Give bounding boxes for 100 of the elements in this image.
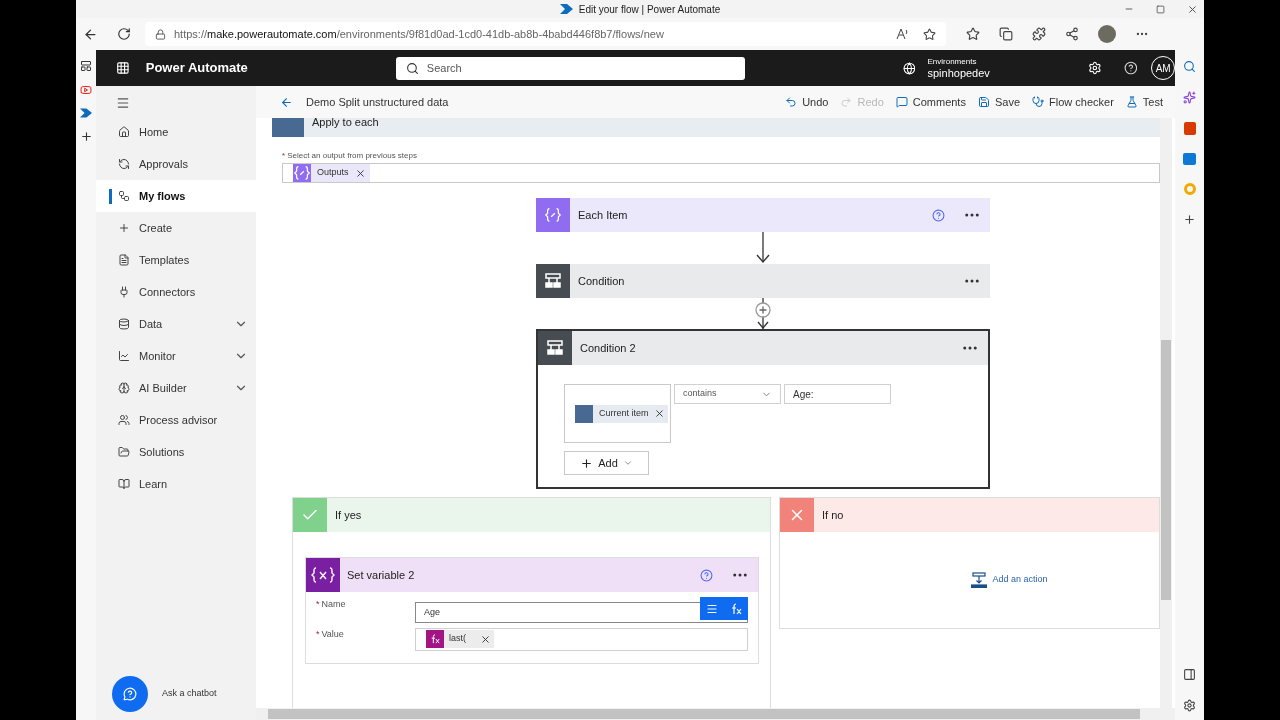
toolbar-button[interactable]: Test	[1125, 93, 1163, 111]
refresh-icon[interactable]	[117, 27, 131, 41]
sidebar-toggle-icon[interactable]	[1183, 668, 1196, 681]
tab-actions-icon[interactable]	[80, 60, 92, 72]
apply-to-each-header[interactable]: Apply to each	[272, 118, 1160, 137]
operand-field[interactable]: Current item	[564, 384, 671, 443]
office-app-icon[interactable]	[1183, 122, 1196, 135]
video-tab-icon[interactable]	[80, 84, 92, 96]
branch-title: If no	[822, 507, 844, 523]
app-launcher-icon[interactable]	[116, 61, 130, 75]
operator-dropdown[interactable]: contains	[674, 384, 781, 404]
expression-token[interactable]: last(	[426, 630, 494, 648]
nav-item[interactable]: My flows	[96, 180, 256, 212]
value-field[interactable]: last(	[415, 627, 748, 651]
action-card[interactable]: Set variable 2 * Name Age * Value last(	[305, 557, 759, 664]
environment-name[interactable]: spinhopedev	[927, 67, 990, 79]
add-icon[interactable]	[1183, 213, 1196, 226]
profile-avatar[interactable]	[1098, 25, 1116, 43]
chevron-icon	[622, 458, 633, 468]
remove-icon[interactable]	[354, 167, 366, 179]
action-card[interactable]: Condition 2 Current item contains Age: Add	[536, 329, 990, 489]
connectors-icon	[118, 286, 130, 298]
remove-icon[interactable]	[653, 408, 665, 419]
nav-item[interactable]: Data	[96, 308, 256, 340]
undo-icon	[785, 96, 798, 108]
close-icon[interactable]	[1187, 3, 1198, 15]
environment-icon[interactable]	[902, 61, 916, 75]
favorites-icon[interactable]	[966, 27, 980, 41]
action-card[interactable]: Each Item	[536, 198, 990, 232]
name-field[interactable]: Age	[415, 601, 748, 623]
toolbar-button[interactable]: Flow checker	[1032, 93, 1114, 111]
nav-item[interactable]: Learn	[96, 468, 256, 500]
apply-to-each-title: Apply to each	[312, 118, 379, 128]
chatbot-button[interactable]	[112, 676, 148, 712]
output-token[interactable]: Outputs	[293, 164, 370, 182]
search-input[interactable]: Search	[426, 59, 727, 77]
nav-item[interactable]: Solutions	[96, 436, 256, 468]
lock-icon	[155, 28, 166, 40]
collections-icon[interactable]	[999, 27, 1013, 41]
extensions-icon[interactable]	[1032, 27, 1046, 41]
toolbar-button[interactable]: Save	[977, 93, 1020, 111]
required-mark: *	[316, 598, 320, 611]
app-tab-icon[interactable]	[80, 108, 92, 118]
condition-icon	[543, 271, 563, 291]
environment-label: Environments	[927, 57, 978, 66]
back-icon[interactable]	[83, 26, 98, 42]
nav-item[interactable]: Approvals	[96, 148, 256, 180]
read-aloud-icon[interactable]	[896, 28, 909, 40]
nav-item[interactable]: Home	[96, 116, 256, 148]
nav-item[interactable]: Create	[96, 212, 256, 244]
current-item-token[interactable]: Current item	[575, 404, 668, 423]
vertical-scrollbar[interactable]	[1160, 118, 1172, 708]
value-field[interactable]: Age:	[784, 384, 891, 404]
field-label: Name	[321, 598, 346, 611]
toolbar-button[interactable]: Undo	[785, 93, 829, 111]
sparkle-icon[interactable]	[1183, 91, 1196, 104]
share-icon[interactable]	[1065, 27, 1079, 41]
nav-item[interactable]: Templates	[96, 244, 256, 276]
nav-item[interactable]: AI Builder	[96, 372, 256, 404]
nav-item[interactable]: Monitor	[96, 340, 256, 372]
data-icon	[118, 318, 130, 330]
insert-content-menu[interactable]	[700, 597, 748, 620]
nav-item[interactable]: Process advisor	[96, 404, 256, 436]
monitor-icon	[118, 350, 130, 362]
remove-icon[interactable]	[480, 633, 491, 645]
app-logo-icon	[559, 4, 573, 14]
nav-item[interactable]: Connectors	[96, 276, 256, 308]
loop-icon-tile	[272, 118, 304, 137]
expression-icon[interactable]	[730, 602, 742, 615]
connector-with-add-drawing[interactable]	[753, 298, 773, 329]
comments-icon	[895, 96, 908, 108]
add-button[interactable]: Add	[564, 451, 649, 475]
output-field[interactable]: Outputs	[282, 163, 1160, 183]
toolbar-button[interactable]: Comments	[895, 93, 966, 111]
search-field[interactable]: Search	[395, 56, 745, 80]
maximize-icon[interactable]	[1156, 4, 1165, 14]
settings-icon[interactable]	[1087, 61, 1102, 75]
window-title: Edit your flow | Power Automate	[578, 2, 721, 17]
step-title: Set variable 2	[347, 567, 416, 583]
chatbot-label[interactable]: Ask a chatbot	[162, 687, 217, 701]
settings-icon[interactable]	[1183, 699, 1196, 712]
back-icon[interactable]	[280, 95, 293, 109]
step-title: Each Item	[578, 207, 629, 223]
condition-icon	[545, 338, 565, 358]
flows-icon	[118, 190, 130, 202]
add-action-link[interactable]: Add an action	[971, 572, 1048, 588]
ai-icon	[118, 382, 130, 394]
new-tab-icon[interactable]	[79, 130, 93, 143]
dynamic-content-icon[interactable]	[706, 602, 718, 615]
learn-icon	[118, 478, 130, 490]
field-label: Select an output from previous steps	[287, 152, 417, 160]
horizontal-scrollbar[interactable]	[256, 708, 1175, 720]
menu-icon[interactable]	[116, 96, 130, 110]
action-card[interactable]: Condition	[536, 264, 990, 298]
redo-icon	[840, 96, 853, 108]
required-mark: *	[282, 152, 286, 160]
mail-app-icon[interactable]	[1183, 153, 1196, 165]
app-name[interactable]: Power Automate	[145, 58, 248, 78]
search-icon[interactable]	[1183, 60, 1196, 73]
add-favorite-icon[interactable]	[923, 27, 936, 41]
